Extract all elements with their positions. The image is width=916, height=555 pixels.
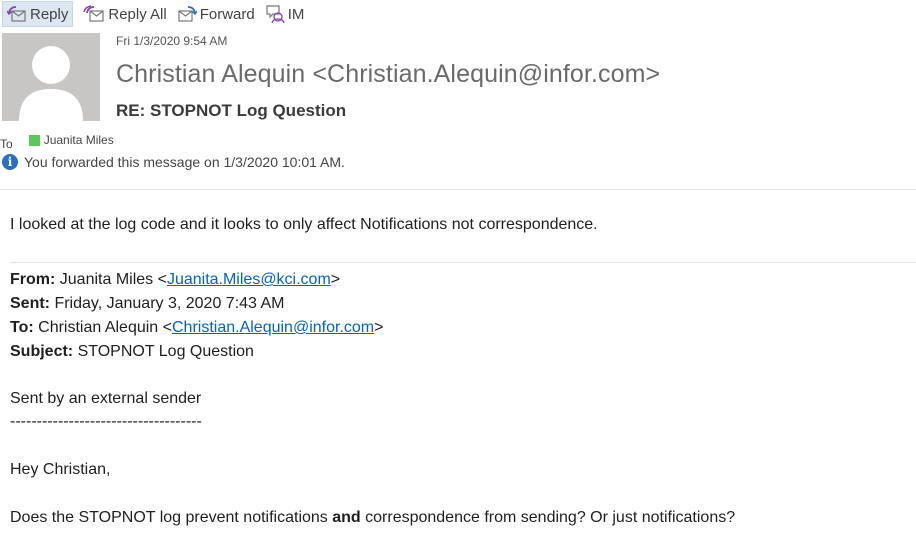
quoted-to-label: To: [10, 319, 34, 336]
from-name: Juanita Miles < [55, 271, 167, 288]
quoted-subject-line: Subject: STOPNOT Log Question [10, 340, 254, 364]
recipient-name[interactable]: Juanita Miles [44, 133, 114, 147]
message-date: Fri 1/3/2020 9:54 AM [116, 34, 228, 48]
to-end: > [374, 319, 384, 336]
header-divider [0, 189, 916, 190]
from-label: From: [10, 271, 56, 288]
reply-body: I looked at the log code and it looks to… [10, 216, 598, 234]
im-button[interactable]: IM [261, 1, 309, 27]
question-part1: Does the STOPNOT log prevent notificatio… [10, 509, 333, 526]
reply-all-label: Reply All [108, 5, 167, 23]
person-placeholder-icon [19, 46, 83, 121]
from-email-link[interactable]: Juanita.Miles@kci.com [167, 271, 331, 288]
to-label: To [0, 137, 13, 151]
reply-all-button[interactable]: Reply All [79, 1, 170, 27]
quoted-from-line: From: Juanita Miles <Juanita.Miles@kci.c… [10, 268, 340, 292]
reply-label: Reply [30, 5, 69, 23]
quoted-subject-value: STOPNOT Log Question [73, 343, 254, 360]
sent-value: Friday, January 3, 2020 7:43 AM [50, 295, 285, 312]
reply-text: I looked at the log code and it looks to… [10, 216, 598, 233]
message-toolbar: Reply Reply All Forward IM [0, 0, 308, 28]
chat-icon [266, 5, 285, 24]
from-end: > [330, 271, 341, 288]
quoted-to-name: Christian Alequin < [33, 319, 172, 336]
quoted-subject-label: Subject: [10, 343, 74, 360]
forward-button[interactable]: Forward [173, 1, 259, 27]
info-icon: i [2, 154, 18, 170]
reply-button[interactable]: Reply [2, 1, 74, 27]
sender-name[interactable]: Christian Alequin <Christian.Alequin@inf… [116, 60, 660, 89]
dash-separator: ------------------------------------ [10, 413, 202, 430]
question-text: Does the STOPNOT log prevent notificatio… [10, 509, 735, 527]
forwarded-notice: You forwarded this message on 1/3/2020 1… [24, 154, 345, 170]
to-email-link[interactable]: Christian.Alequin@infor.com [172, 319, 374, 336]
presence-status-icon [28, 134, 40, 146]
quoted-sent-line: Sent: Friday, January 3, 2020 7:43 AM [10, 292, 285, 316]
greeting: Hey Christian, [10, 461, 111, 478]
quote-divider [10, 262, 916, 263]
quoted-to-line: To: Christian Alequin <Christian.Alequin… [10, 316, 383, 340]
sender-avatar [2, 33, 100, 121]
reply-icon [7, 6, 26, 22]
forward-label: Forward [199, 5, 255, 23]
sent-label: Sent: [10, 295, 50, 312]
recipients-row: To Juanita Miles [0, 131, 114, 151]
im-label: IM [287, 5, 305, 23]
forward-icon [178, 6, 197, 22]
reply-all-icon [83, 5, 104, 22]
question-bold: and [332, 509, 361, 526]
question-part2: correspondence from sending? Or just not… [360, 509, 736, 526]
external-sender-notice: Sent by an external sender [10, 390, 202, 407]
info-bar: i You forwarded this message on 1/3/2020… [2, 154, 345, 170]
message-subject: RE: STOPNOT Log Question [116, 101, 347, 120]
